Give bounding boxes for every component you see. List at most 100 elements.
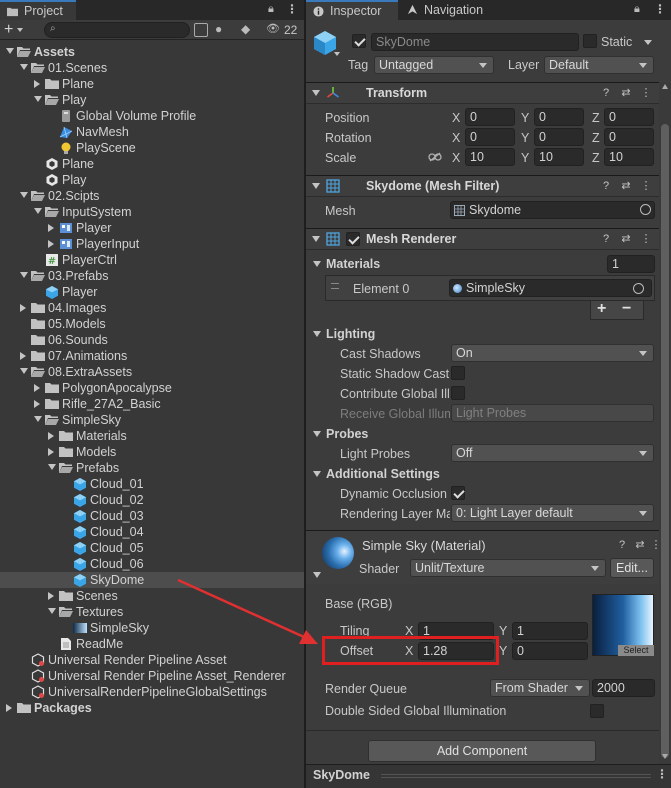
hidden-packages-eye-icon[interactable]: 👁︎ <box>266 22 280 35</box>
preview-drag-bar[interactable] <box>381 774 651 778</box>
expanded-arrow-icon[interactable] <box>34 208 42 214</box>
collapsed-arrow-icon[interactable] <box>34 80 40 88</box>
collapse-icon[interactable] <box>312 183 320 189</box>
tree-folder-item[interactable]: Models <box>0 444 304 460</box>
tree-asset-item[interactable]: Universal Render Pipeline Asset_Renderer <box>0 668 304 684</box>
collapse-icon[interactable] <box>312 236 320 242</box>
contribute-gi-checkbox[interactable] <box>451 386 465 400</box>
double-sided-gi-checkbox[interactable] <box>590 704 604 718</box>
tab-navigation[interactable]: Navigation <box>400 0 500 20</box>
tree-folder-item[interactable]: 03.Prefabs <box>0 268 304 284</box>
edit-shader-button[interactable]: Edit... <box>610 558 654 578</box>
presets-icon[interactable]: ⇄ <box>620 233 632 245</box>
search-by-scene-icon[interactable] <box>194 23 208 37</box>
scroll-down-icon[interactable] <box>662 754 668 759</box>
light-probes-dropdown[interactable]: Off <box>451 444 654 462</box>
tree-asset-item[interactable]: Plane <box>0 156 304 172</box>
scroll-up-icon[interactable] <box>662 84 668 89</box>
render-queue-mode-dropdown[interactable]: From Shader <box>490 679 590 697</box>
inspector-more-icon[interactable]: ⋮ <box>654 2 666 16</box>
tree-folder-item[interactable]: Play <box>0 92 304 108</box>
transform-x-field[interactable]: 0 <box>465 128 515 146</box>
icon-dropdown-icon[interactable] <box>334 52 340 56</box>
tree-asset-item[interactable]: Global Volume Profile <box>0 108 304 124</box>
expanded-arrow-icon[interactable] <box>6 48 14 54</box>
collapsed-arrow-icon[interactable] <box>48 592 54 600</box>
tree-asset-item[interactable]: NavMesh <box>0 124 304 140</box>
expanded-arrow-icon[interactable] <box>48 464 56 470</box>
collapsed-arrow-icon[interactable] <box>20 352 26 360</box>
mesh-renderer-enabled-checkbox[interactable] <box>346 232 360 246</box>
mesh-object-field[interactable]: Skydome <box>450 201 655 219</box>
tree-asset-item[interactable]: Cloud_06 <box>0 556 304 572</box>
expanded-arrow-icon[interactable] <box>34 96 42 102</box>
presets-icon[interactable]: ⇄ <box>620 87 632 99</box>
constrain-proportions-icon[interactable] <box>428 152 442 162</box>
collapsed-arrow-icon[interactable] <box>48 432 54 440</box>
tree-folder-item[interactable]: 08.ExtraAssets <box>0 364 304 380</box>
active-checkbox[interactable] <box>352 34 366 48</box>
tree-folder-item[interactable]: 07.Animations <box>0 348 304 364</box>
filter-by-label-icon[interactable]: ◆ <box>241 22 250 36</box>
tiling-y-field[interactable]: 1 <box>512 622 588 640</box>
material-foldout-icon[interactable] <box>313 572 321 578</box>
tree-asset-item[interactable]: # PlayerCtrl <box>0 252 304 268</box>
lock-icon[interactable]: 🔒︎ <box>268 3 274 16</box>
component-menu-icon[interactable]: ⋮ <box>640 233 652 245</box>
tree-asset-item[interactable]: Cloud_01 <box>0 476 304 492</box>
add-component-button[interactable]: Add Component <box>368 740 596 762</box>
collapsed-arrow-icon[interactable] <box>20 304 26 312</box>
tree-asset-item[interactable]: Universal Render Pipeline Asset <box>0 652 304 668</box>
tree-folder-item[interactable]: Textures <box>0 604 304 620</box>
tree-asset-item[interactable]: UniversalRenderPipelineGlobalSettings <box>0 684 304 700</box>
expanded-arrow-icon[interactable] <box>34 416 42 422</box>
additional-settings-foldout-icon[interactable] <box>313 471 321 477</box>
static-checkbox[interactable] <box>583 34 597 48</box>
tree-folder-item[interactable]: PolygonApocalypse <box>0 380 304 396</box>
tree-folder-item[interactable]: 02.Scipts <box>0 188 304 204</box>
transform-z-field[interactable]: 0 <box>604 128 654 146</box>
transform-z-field[interactable]: 10 <box>604 148 654 166</box>
preview-more-icon[interactable]: ⋮ <box>656 767 668 781</box>
tree-folder-item[interactable]: Materials <box>0 428 304 444</box>
transform-header[interactable]: Transform ? ⇄ ⋮ <box>306 82 659 104</box>
tree-folder-item[interactable]: Scenes <box>0 588 304 604</box>
tree-asset-item[interactable]: Play <box>0 172 304 188</box>
drag-handle-icon[interactable] <box>331 283 339 289</box>
create-plus-icon[interactable]: + <box>4 20 13 40</box>
inspector-lock-icon[interactable]: 🔒︎ <box>634 3 640 16</box>
transform-y-field[interactable]: 0 <box>534 108 584 126</box>
lighting-foldout-icon[interactable] <box>313 331 321 337</box>
rendering-layer-mask-dropdown[interactable]: 0: Light Layer default <box>451 504 654 522</box>
tab-inspector[interactable]: Inspector <box>306 0 398 20</box>
collapsed-arrow-icon[interactable] <box>6 704 12 712</box>
tree-asset-item[interactable]: Cloud_03 <box>0 508 304 524</box>
render-queue-value-field[interactable]: 2000 <box>592 679 655 697</box>
collapsed-arrow-icon[interactable] <box>48 224 54 232</box>
object-picker-icon[interactable] <box>640 204 651 215</box>
collapse-icon[interactable] <box>312 90 320 96</box>
tree-folder-item[interactable]: 01.Scenes <box>0 60 304 76</box>
collapsed-arrow-icon[interactable] <box>48 240 54 248</box>
tree-asset-item[interactable]: ReadMe <box>0 636 304 652</box>
element-0-material-field[interactable]: SimpleSky <box>449 279 652 297</box>
materials-foldout-icon[interactable] <box>313 261 321 267</box>
transform-y-field[interactable]: 10 <box>534 148 584 166</box>
transform-z-field[interactable]: 0 <box>604 108 654 126</box>
tree-folder-item[interactable]: 05.Models <box>0 316 304 332</box>
expanded-arrow-icon[interactable] <box>20 272 28 278</box>
layer-dropdown[interactable]: Default <box>544 56 654 74</box>
mesh-filter-header[interactable]: Skydome (Mesh Filter) ? ⇄ ⋮ <box>306 175 659 197</box>
tree-folder-item[interactable]: SimpleSky <box>0 412 304 428</box>
tag-dropdown[interactable]: Untagged <box>374 56 494 74</box>
create-dropdown-icon[interactable] <box>17 28 23 32</box>
mesh-renderer-header[interactable]: Mesh Renderer ? ⇄ ⋮ <box>306 228 659 250</box>
tree-folder-item[interactable]: Rifle_27A2_Basic <box>0 396 304 412</box>
tree-folder-item[interactable]: Assets <box>0 44 304 60</box>
help-icon[interactable]: ? <box>600 233 612 245</box>
tree-asset-item[interactable]: PlayerInput <box>0 236 304 252</box>
tree-asset-item[interactable]: Player <box>0 220 304 236</box>
collapsed-arrow-icon[interactable] <box>48 448 54 456</box>
transform-x-field[interactable]: 0 <box>465 108 515 126</box>
help-icon[interactable]: ? <box>616 539 628 551</box>
